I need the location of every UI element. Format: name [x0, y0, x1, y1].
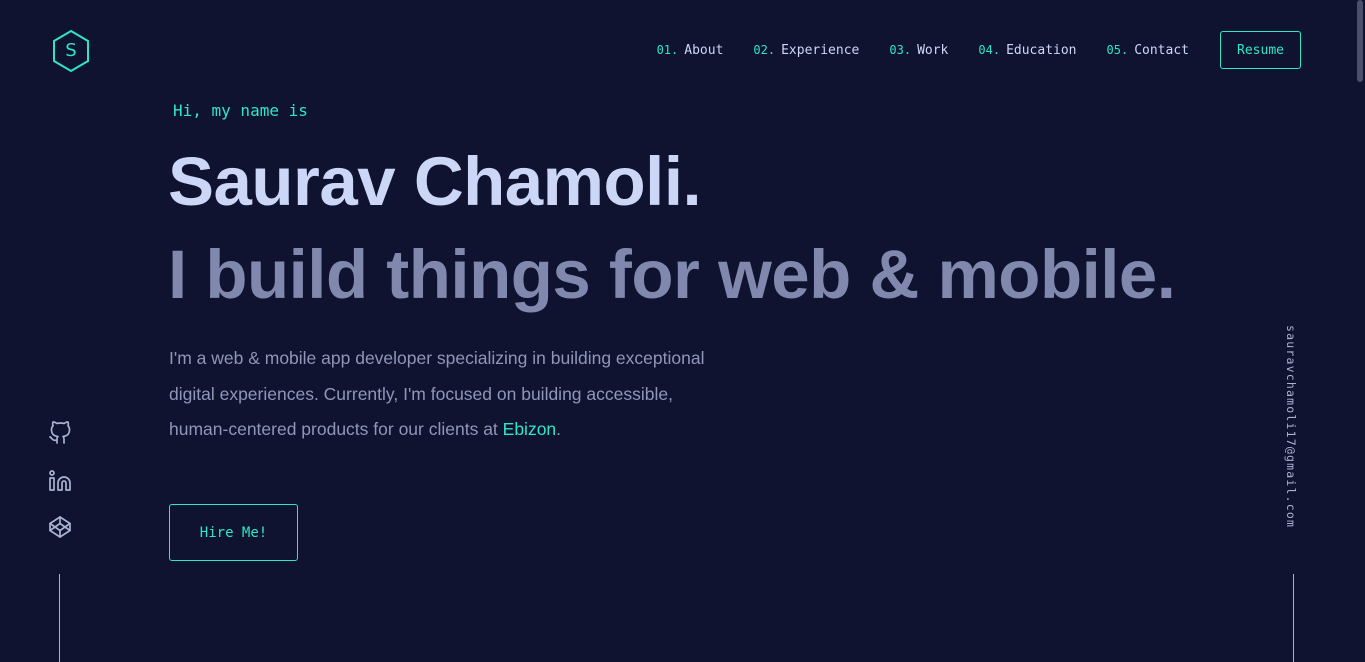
nav-item-number: 01.	[656, 42, 679, 57]
nav-item-education[interactable]: 04. Education	[978, 43, 1076, 58]
hire-me-button[interactable]: Hire Me!	[169, 504, 298, 561]
nav-item-label: Work	[917, 42, 949, 58]
hero-intro: I'm a web & mobile app developer special…	[169, 341, 729, 448]
nav-item-number: 02.	[753, 42, 776, 57]
logo-letter: S	[65, 40, 77, 61]
nav-item-contact[interactable]: 05. Contact	[1107, 43, 1189, 58]
nav-item-label: About	[684, 42, 724, 58]
left-sidebar-line	[59, 574, 60, 662]
resume-button[interactable]: Resume	[1220, 31, 1301, 69]
codepen-icon	[49, 516, 71, 538]
linkedin-icon	[49, 470, 71, 491]
codepen-link[interactable]	[48, 515, 72, 539]
hero-name: Saurav Chamoli.	[168, 143, 702, 220]
nav-item-work[interactable]: 03. Work	[889, 43, 948, 58]
intro-line: human-centered products for our clients …	[169, 412, 729, 448]
hero-greeting: Hi, my name is	[173, 101, 308, 120]
hero-tagline: I build things for web & mobile.	[168, 236, 1176, 313]
intro-line-period: .	[556, 419, 562, 439]
nav-item-experience[interactable]: 02. Experience	[753, 43, 859, 58]
nav-item-label: Contact	[1134, 42, 1189, 58]
logo[interactable]: S	[50, 28, 92, 74]
nav-item-label: Education	[1006, 42, 1077, 58]
right-sidebar-line	[1293, 574, 1294, 662]
scrollbar-thumb[interactable]	[1357, 0, 1363, 82]
intro-line-text: human-centered products for our clients …	[169, 419, 503, 439]
intro-line: I'm a web & mobile app developer special…	[169, 348, 705, 368]
nav-item-label: Experience	[781, 42, 860, 58]
nav-item-number: 04.	[978, 42, 1001, 57]
github-icon	[49, 421, 71, 444]
nav-item-about[interactable]: 01. About	[657, 43, 724, 58]
github-link[interactable]	[48, 421, 72, 445]
nav-item-number: 05.	[1106, 42, 1129, 57]
intro-line: digital experiences. Currently, I'm focu…	[169, 383, 673, 404]
nav-item-number: 03.	[889, 42, 912, 57]
email-link[interactable]: sauravchamoli17@gmail.com	[1284, 325, 1298, 528]
linkedin-link[interactable]	[48, 469, 72, 493]
top-nav: 01. About 02. Experience 03. Work 04. Educat…	[627, 40, 1189, 60]
company-link[interactable]: Ebizon	[503, 419, 557, 439]
